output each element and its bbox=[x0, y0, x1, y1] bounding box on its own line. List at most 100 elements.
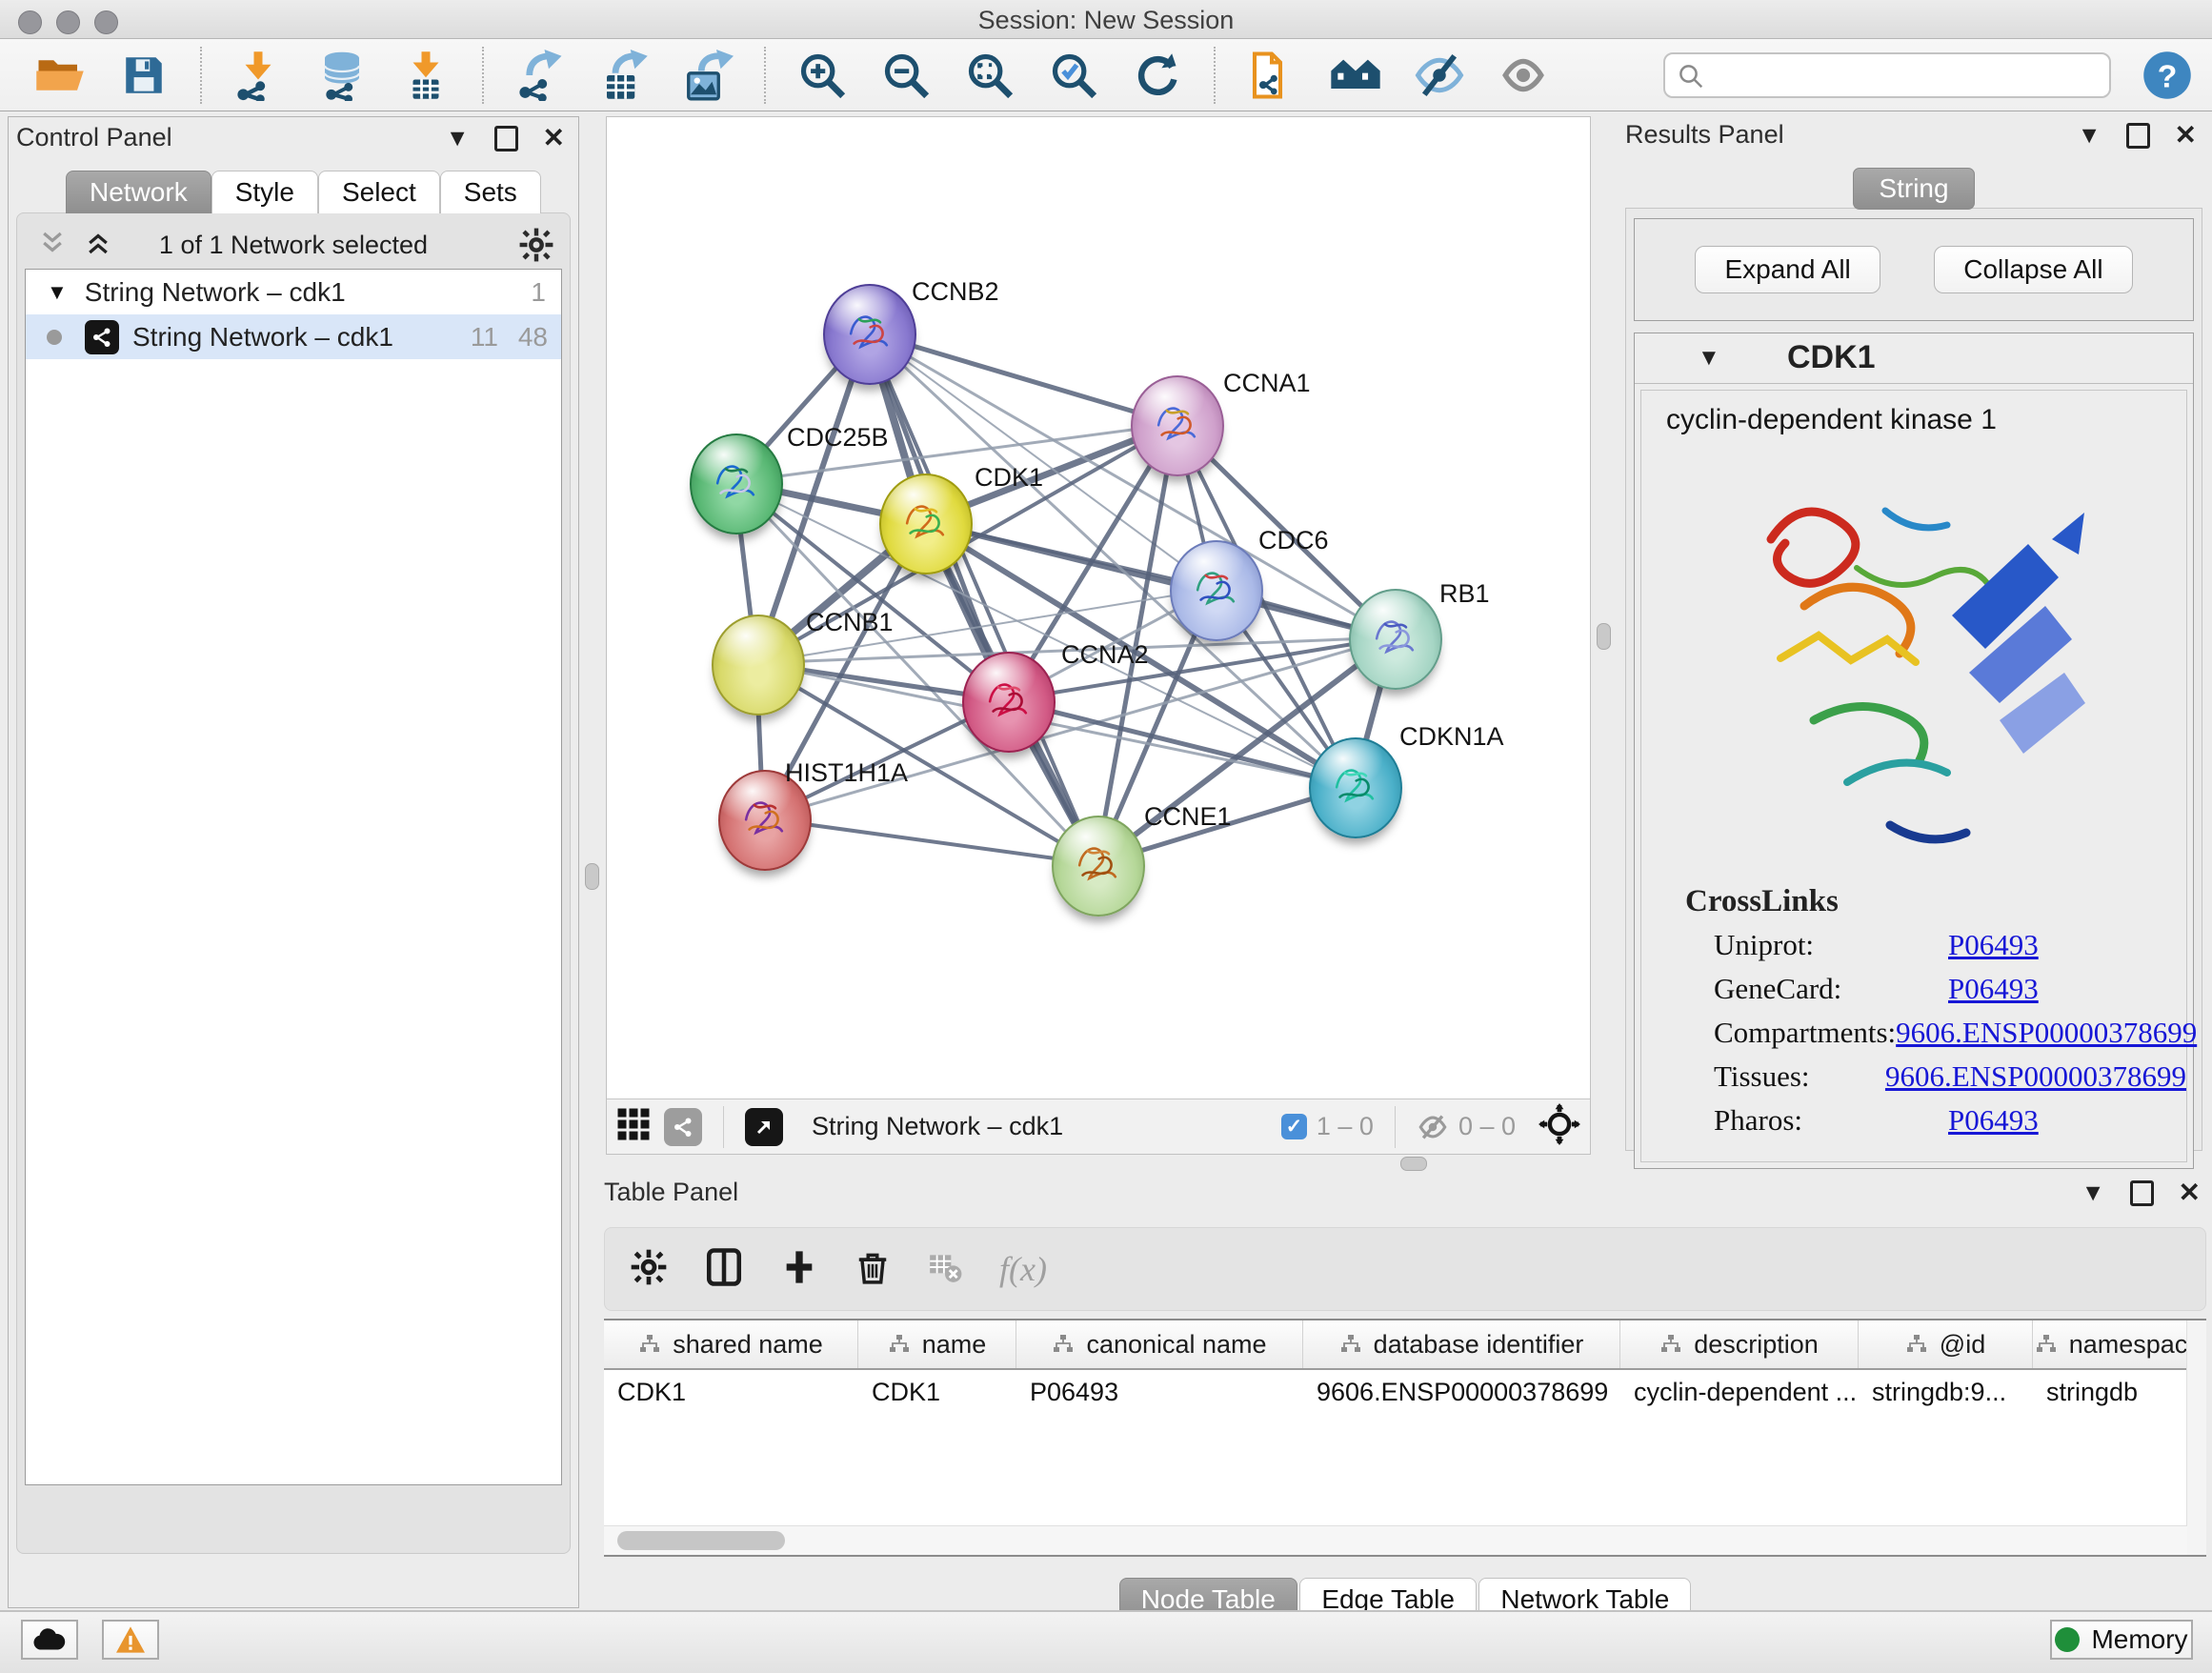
expand-all-button[interactable]: Expand All bbox=[1695, 246, 1880, 293]
control-panel: Control Panel ▼ ✕ Network Style Select S… bbox=[8, 116, 579, 1608]
network-row-selected[interactable]: String Network – cdk1 11 48 bbox=[26, 314, 561, 359]
memory-button[interactable]: Memory bbox=[2050, 1620, 2193, 1660]
vertical-scrollbar[interactable] bbox=[2186, 1320, 2206, 1555]
crosslink-link[interactable]: P06493 bbox=[1948, 972, 2039, 1006]
fit-content-button[interactable] bbox=[1538, 1103, 1580, 1150]
share-icon bbox=[672, 1116, 694, 1139]
edge-hist1h1a-ccne1[interactable] bbox=[763, 818, 1096, 864]
create-column-button[interactable] bbox=[780, 1248, 818, 1291]
zoom-selected-button[interactable] bbox=[1046, 48, 1101, 103]
show-all-button[interactable] bbox=[1496, 48, 1551, 103]
import-network-database-button[interactable] bbox=[314, 48, 370, 103]
delete-column-button[interactable] bbox=[855, 1248, 891, 1291]
detach-view-button[interactable] bbox=[745, 1108, 783, 1146]
node-ccnb1[interactable] bbox=[712, 615, 805, 716]
zoom-in-button[interactable] bbox=[794, 48, 850, 103]
zoom-out-button[interactable] bbox=[878, 48, 934, 103]
collapse-panel-icon[interactable]: ▼ bbox=[446, 127, 470, 151]
help-button[interactable]: ? bbox=[2140, 48, 2195, 103]
scrollbar-thumb[interactable] bbox=[617, 1531, 785, 1550]
hide-selected-button[interactable] bbox=[1412, 48, 1467, 103]
column-header-3[interactable]: database identifier bbox=[1303, 1320, 1620, 1368]
column-type-icon bbox=[1659, 1333, 1682, 1356]
warnings-button[interactable] bbox=[102, 1620, 159, 1660]
node-ccna2[interactable] bbox=[962, 652, 1056, 753]
horizontal-splitter-handle[interactable] bbox=[1400, 1157, 1427, 1171]
collapse-all-button[interactable]: Collapse All bbox=[1934, 246, 2132, 293]
node-ccnb2[interactable] bbox=[823, 284, 916, 385]
save-floppy-icon bbox=[120, 51, 168, 99]
table-options-button[interactable] bbox=[630, 1248, 668, 1291]
show-grid-button[interactable] bbox=[616, 1107, 651, 1146]
close-panel-icon[interactable]: ✕ bbox=[2179, 1179, 2201, 1206]
search-input[interactable] bbox=[1663, 52, 2111, 98]
node-cdkn1a[interactable] bbox=[1309, 737, 1402, 838]
node-ccne1[interactable] bbox=[1052, 816, 1145, 917]
column-header-1[interactable]: name bbox=[858, 1320, 1016, 1368]
table-cell-4[interactable]: cyclin-dependent ... bbox=[1620, 1370, 1859, 1418]
node-rb1[interactable] bbox=[1349, 589, 1442, 690]
network-collection-row[interactable]: ▼ String Network – cdk1 1 bbox=[26, 270, 561, 314]
tab-select[interactable]: Select bbox=[318, 171, 440, 213]
close-panel-icon[interactable]: ✕ bbox=[2175, 122, 2197, 149]
save-session-button[interactable] bbox=[116, 48, 171, 103]
table-cell-5[interactable]: stringdb:9... bbox=[1859, 1370, 2033, 1418]
tab-network[interactable]: Network bbox=[66, 171, 211, 213]
column-header-2[interactable]: canonical name bbox=[1016, 1320, 1303, 1368]
string-import-button[interactable] bbox=[1244, 48, 1299, 103]
table-cell-2[interactable]: P06493 bbox=[1016, 1370, 1303, 1418]
tab-string-results[interactable]: String bbox=[1853, 168, 1974, 210]
show-columns-button[interactable] bbox=[704, 1247, 744, 1292]
cloud-status-button[interactable] bbox=[21, 1620, 78, 1660]
network-canvas[interactable]: CCNB2CCNA1CDC25BCDK1CDC6RB1CCNB1CCNA2CDK… bbox=[607, 117, 1590, 1100]
zoom-fit-button[interactable] bbox=[962, 48, 1017, 103]
column-header-0[interactable]: shared name bbox=[604, 1320, 858, 1368]
close-panel-icon[interactable]: ✕ bbox=[543, 125, 565, 151]
float-panel-icon[interactable] bbox=[2126, 123, 2150, 149]
right-splitter-handle[interactable] bbox=[1597, 623, 1611, 650]
export-table-button[interactable] bbox=[596, 48, 652, 103]
node-ccna1[interactable] bbox=[1131, 375, 1224, 476]
column-header-label: canonical name bbox=[1086, 1330, 1266, 1360]
table-row[interactable]: CDK1CDK1P064939606.ENSP00000378699cyclin… bbox=[604, 1370, 2206, 1418]
export-image-button[interactable] bbox=[680, 48, 735, 103]
table-cell-6[interactable]: stringdb bbox=[2033, 1370, 2204, 1418]
export-network-button[interactable] bbox=[513, 48, 568, 103]
hidden-counts: 0 – 0 bbox=[1458, 1112, 1516, 1141]
table-cell-3[interactable]: 9606.ENSP00000378699 bbox=[1303, 1370, 1620, 1418]
apply-layout-button[interactable] bbox=[1130, 48, 1185, 103]
node-cdk1[interactable] bbox=[879, 474, 973, 574]
crosslink-link[interactable]: P06493 bbox=[1948, 1103, 2039, 1138]
column-header-4[interactable]: description bbox=[1620, 1320, 1859, 1368]
crosslink-link[interactable]: 9606.ENSP00000378699 bbox=[1885, 1059, 2186, 1094]
tab-sets[interactable]: Sets bbox=[440, 171, 541, 213]
network-options-gear-icon[interactable] bbox=[518, 227, 554, 268]
collapse-panel-icon[interactable]: ▼ bbox=[2081, 1181, 2105, 1205]
right-splitter[interactable] bbox=[1591, 116, 1616, 1155]
crosslink-link[interactable]: 9606.ENSP00000378699 bbox=[1896, 1016, 2197, 1050]
node-cdc25b[interactable] bbox=[690, 433, 783, 534]
collapse-panel-icon[interactable]: ▼ bbox=[2078, 124, 2101, 148]
gene-card-header[interactable]: ▼ CDK1 bbox=[1635, 333, 2193, 384]
collection-expand-caret[interactable]: ▼ bbox=[47, 280, 68, 305]
import-table-file-button[interactable] bbox=[398, 48, 453, 103]
horizontal-scrollbar[interactable] bbox=[604, 1525, 2187, 1555]
column-header-5[interactable]: @id bbox=[1859, 1320, 2033, 1368]
node-cdc6[interactable] bbox=[1170, 540, 1263, 641]
first-neighbors-button[interactable] bbox=[1328, 48, 1383, 103]
float-panel-icon[interactable] bbox=[2130, 1180, 2154, 1206]
selected-checkbox-icon[interactable]: ✓ bbox=[1281, 1114, 1307, 1139]
gene-card-caret[interactable]: ▼ bbox=[1698, 345, 1720, 372]
table-cell-0[interactable]: CDK1 bbox=[604, 1370, 858, 1418]
open-session-button[interactable] bbox=[32, 48, 88, 103]
network-overview-button[interactable] bbox=[664, 1108, 702, 1146]
tab-style[interactable]: Style bbox=[211, 171, 318, 213]
column-header-6[interactable]: namespace bbox=[2033, 1320, 2204, 1368]
table-cell-1[interactable]: CDK1 bbox=[858, 1370, 1016, 1418]
left-splitter[interactable] bbox=[579, 116, 604, 1155]
node-table: shared namename canonical name database id… bbox=[604, 1319, 2206, 1557]
crosslink-link[interactable]: P06493 bbox=[1948, 928, 2039, 962]
import-network-file-button[interactable] bbox=[231, 48, 286, 103]
float-panel-icon[interactable] bbox=[494, 126, 518, 151]
left-splitter-handle[interactable] bbox=[585, 863, 599, 890]
